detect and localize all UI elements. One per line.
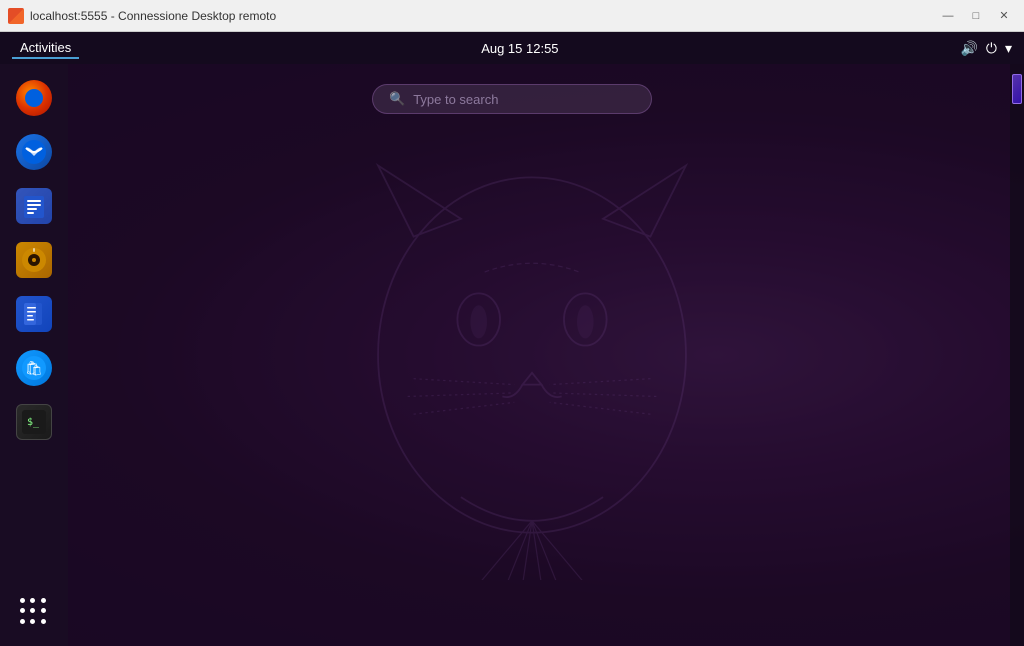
svg-text:🛍: 🛍	[25, 360, 43, 376]
dock-item-writer[interactable]	[10, 290, 58, 338]
left-dock: 🛍 $_	[0, 64, 68, 646]
apps-grid-icon	[16, 594, 52, 630]
grid-dot-2	[30, 598, 35, 603]
firefox-icon	[16, 80, 52, 116]
remote-desktop-content: Activities Aug 15 12:55 🔊 ⏻ ▾	[0, 32, 1024, 646]
notes-icon	[16, 188, 52, 224]
grid-dot-3	[41, 598, 46, 603]
window-titlebar: localhost:5555 - Connessione Desktop rem…	[0, 0, 1024, 32]
desktop: 🔍	[0, 64, 1024, 646]
dock-item-notes[interactable]	[10, 182, 58, 230]
workspace-thumb-1[interactable]	[1012, 74, 1022, 104]
rhythmbox-icon	[16, 242, 52, 278]
terminal-icon: $_	[16, 404, 52, 440]
gnome-topbar: Activities Aug 15 12:55 🔊 ⏻ ▾	[0, 32, 1024, 64]
svg-text:$_: $_	[27, 417, 40, 428]
grid-dot-7	[20, 619, 25, 624]
search-input[interactable]	[413, 92, 635, 107]
close-button[interactable]: ✕	[992, 6, 1016, 26]
grid-dot-4	[20, 608, 25, 613]
window-title: localhost:5555 - Connessione Desktop rem…	[30, 9, 936, 23]
grid-dot-8	[30, 619, 35, 624]
writer-icon	[16, 296, 52, 332]
grid-dot-6	[41, 608, 46, 613]
dock-item-rhythmbox[interactable]	[10, 236, 58, 284]
search-bar: 🔍	[372, 84, 652, 114]
dock-item-show-applications[interactable]	[10, 588, 58, 636]
titlebar-app-icon	[8, 8, 24, 24]
store-icon: 🛍	[16, 350, 52, 386]
power-icon[interactable]: ⏻	[986, 40, 997, 57]
search-bar-container: 🔍	[372, 84, 652, 114]
systray: 🔊 ⏻ ▾	[960, 40, 1012, 57]
activities-button[interactable]: Activities	[12, 38, 79, 59]
topbar-clock: Aug 15 12:55	[481, 41, 558, 56]
maximize-button[interactable]: □	[964, 6, 988, 26]
dock-item-store[interactable]: 🛍	[10, 344, 58, 392]
grid-dot-5	[30, 608, 35, 613]
window-controls: — □ ✕	[936, 6, 1016, 26]
sound-icon[interactable]: 🔊	[960, 40, 977, 57]
minimize-button[interactable]: —	[936, 6, 960, 26]
workspace-switcher	[1010, 64, 1024, 646]
activities-overlay: 🔍	[0, 64, 1024, 646]
grid-dot-9	[41, 619, 46, 624]
dock-item-thunderbird[interactable]	[10, 128, 58, 176]
dock-item-terminal[interactable]: $_	[10, 398, 58, 446]
systray-arrow-icon[interactable]: ▾	[1005, 40, 1012, 57]
dock-item-firefox[interactable]	[10, 74, 58, 122]
search-icon: 🔍	[389, 91, 405, 107]
grid-dot-1	[20, 598, 25, 603]
thunderbird-icon	[16, 134, 52, 170]
